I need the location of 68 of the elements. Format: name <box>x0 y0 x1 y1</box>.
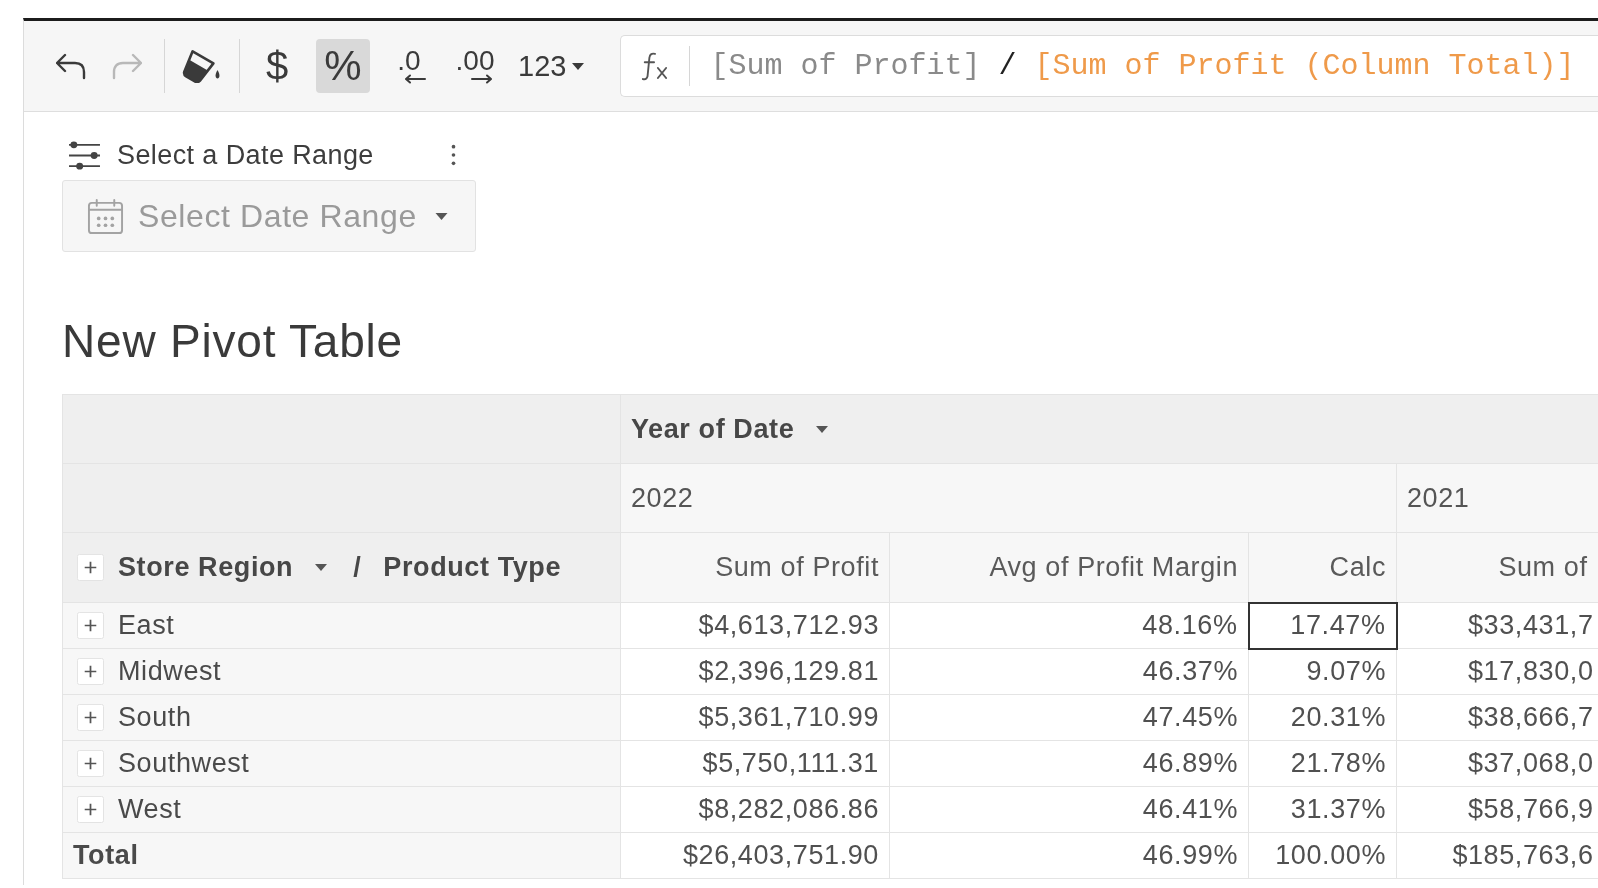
expand-icon[interactable] <box>77 704 104 731</box>
expand-icon[interactable] <box>77 554 104 581</box>
expand-icon[interactable] <box>77 750 104 777</box>
caret-icon <box>816 425 829 433</box>
table-cell: $26,403,751.90 <box>620 832 890 879</box>
table-cell: 9.07% <box>1248 648 1397 695</box>
redo-icon <box>112 52 142 80</box>
total-label: Total <box>73 840 139 871</box>
increase-decimals-button[interactable]: .00 <box>448 39 502 93</box>
arrow-left-icon <box>404 74 426 84</box>
table-cell: $37,068,0 <box>1396 740 1598 787</box>
column-header: Sum of Profit <box>620 532 890 603</box>
expand-icon[interactable] <box>77 658 104 685</box>
undo-icon <box>56 52 86 80</box>
row-label: Midwest <box>118 656 222 687</box>
table-cell: 21.78% <box>1248 740 1397 787</box>
formula-field[interactable]: [Sum of Profit] / [Sum of Profit (Column Total)] <box>620 35 1598 97</box>
table-cell: 46.89% <box>889 740 1249 787</box>
column-header: Calc <box>1248 532 1397 603</box>
table-cell: $33,431,7 <box>1396 602 1598 649</box>
caret-icon <box>572 62 585 70</box>
table-cell: $2,396,129.81 <box>620 648 890 695</box>
number-format-button[interactable]: 123 <box>514 39 589 93</box>
table-cell: $4,613,712.93 <box>620 602 890 649</box>
expand-icon[interactable] <box>77 612 104 639</box>
table-cell: 17.47% <box>1248 602 1397 649</box>
year-header: 2021 <box>1396 463 1598 533</box>
year-header: 2022 <box>620 463 1397 533</box>
table-cell: 31.37% <box>1248 786 1397 833</box>
table-cell: 46.41% <box>889 786 1249 833</box>
caret-icon <box>434 212 448 220</box>
table-cell: 100.00% <box>1248 832 1397 879</box>
function-icon <box>641 51 670 81</box>
table-cell: $8,282,086.86 <box>620 786 890 833</box>
table-cell: 47.45% <box>889 694 1249 741</box>
row-label: West <box>118 794 182 825</box>
table-cell: 48.16% <box>889 602 1249 649</box>
table-cell: $185,763,6 <box>1396 832 1598 879</box>
table-cell: $58,766,9 <box>1396 786 1598 833</box>
paint-bucket-icon <box>182 49 222 83</box>
table-cell: 46.37% <box>889 648 1249 695</box>
more-icon[interactable] <box>451 142 456 168</box>
table-cell: 20.31% <box>1248 694 1397 741</box>
currency-button[interactable]: $ <box>250 39 304 93</box>
column-header: Avg of Profit Margin <box>889 532 1249 603</box>
sliders-icon <box>68 140 101 170</box>
decrease-decimals-button[interactable]: .0 <box>382 39 436 93</box>
calendar-icon <box>87 197 124 235</box>
row-field-label: Product Type <box>383 552 562 583</box>
row-field-menu[interactable]: Store Region <box>118 552 328 583</box>
column-field-menu[interactable]: Year of Date <box>631 413 829 445</box>
caret-icon <box>315 564 328 571</box>
table-title: New Pivot Table <box>62 315 403 368</box>
percent-button[interactable]: % <box>316 39 370 93</box>
arrow-right-icon <box>471 74 493 84</box>
filter-title: Select a Date Range <box>117 139 374 171</box>
row-label: Southwest <box>118 748 250 779</box>
field-separator: / <box>353 552 362 583</box>
expand-icon[interactable] <box>77 796 104 823</box>
column-header: Sum of <box>1396 532 1598 603</box>
table-cell: $5,361,710.99 <box>620 694 890 741</box>
table-cell: $5,750,111.31 <box>620 740 890 787</box>
table-cell: $38,666,7 <box>1396 694 1598 741</box>
table-cell: $17,830,0 <box>1396 648 1598 695</box>
formula-text: [Sum of Profit] / [Sum of Profit (Column Total)] <box>710 49 1575 83</box>
row-label: East <box>118 610 175 641</box>
table-cell: 46.99% <box>889 832 1249 879</box>
row-label: South <box>118 702 192 733</box>
